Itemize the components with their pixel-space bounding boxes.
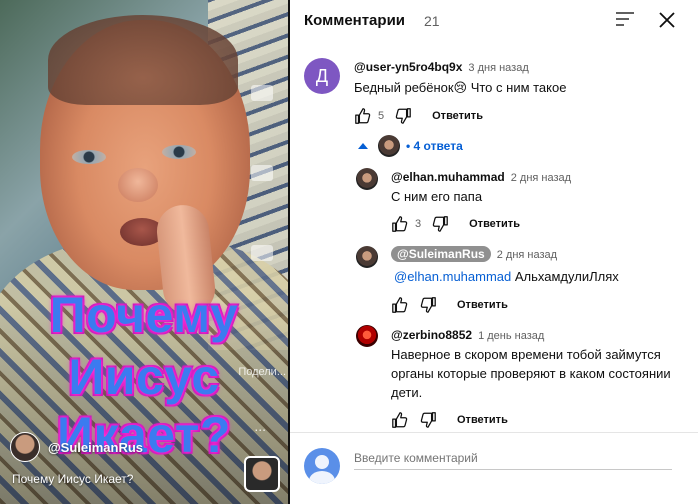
comment-input[interactable] [354,446,672,470]
reply-author-row: @SuleimanRus 2 дня назад [391,246,558,262]
reply-text-line-1: Наверное в скором времени тобой займутся [391,347,661,362]
avatar-letter: Д [315,65,329,86]
thumb-up-icon[interactable] [354,107,372,125]
channel-row[interactable]: @SuleimanRus [10,432,143,462]
mention-link[interactable]: @elhan.muhammad [394,269,511,284]
reply-author-chip[interactable]: @SuleimanRus [391,246,491,262]
reply-author[interactable]: @zerbino8852 [391,328,472,342]
user-avatar-icon [304,448,340,484]
comment-input-underline [354,469,672,470]
reply-button[interactable]: Ответить [469,218,520,230]
comments-header: Комментарии 21 [290,0,698,42]
audio-thumbnail[interactable] [244,456,280,492]
reply-text: С ним его папа [391,189,483,204]
video-side-actions [244,85,280,325]
reply-actions: 3 Ответить [391,214,520,234]
reply-actions: Ответить [391,295,508,315]
thumb-down-icon[interactable] [394,107,412,125]
reply-avatar[interactable] [356,168,378,190]
reply-text-line-2: органы которые проверяют в каком состоян… [391,366,671,381]
app-root: Почему Иисус Икает? Подели... ... @Sulei… [0,0,698,504]
sort-icon[interactable] [616,12,634,26]
close-icon[interactable] [658,11,676,29]
replies-toggle[interactable]: • 4 ответа [358,135,463,157]
comment-author-row: @user-yn5ro4bq9x 3 дня назад [354,60,529,74]
reply-button[interactable]: Ответить [432,110,483,122]
more-icon[interactable]: ... [254,418,266,434]
reply-time: 1 день назад [478,330,545,342]
reply-author-row: @zerbino8852 1 день назад [391,328,544,342]
reply-actions: Ответить [391,410,508,430]
thumb-down-icon[interactable] [419,411,437,429]
channel-avatar[interactable] [10,432,40,462]
comment-time: 3 дня назад [468,62,529,74]
comments-count: 21 [424,13,440,29]
reply-body: АльхамдулиЛлях [511,269,619,284]
thumb-down-icon[interactable] [419,296,437,314]
reply-time: 2 дня назад [496,249,558,261]
comments-title: Комментарии [304,12,406,29]
comment-text: Бедный ребёнок😢 Что с ним такое [354,80,567,95]
thumb-up-icon[interactable] [391,411,409,429]
compose-divider [290,432,698,433]
comment-author[interactable]: @user-yn5ro4bq9x [354,60,462,74]
reply-text-line-3: дети. [391,385,423,400]
replies-count: • 4 ответа [406,139,463,153]
comments-panel: Комментарии 21 Д @user-yn5ro4bq9x 3 дня н… [290,0,698,504]
like-count: 5 [378,110,385,122]
video-title: Почему Иисус Икает? [12,472,134,486]
thumb-up-icon[interactable] [391,215,409,233]
channel-name[interactable]: @SuleimanRus [48,440,143,455]
comment-actions: 5 Ответить [354,106,483,126]
reply-author-row: @elhan.muhammad 2 дня назад [391,170,571,184]
reply-avatar[interactable] [356,325,378,347]
reply-text: @elhan.muhammad АльхамдулиЛлях [394,268,619,286]
replier-avatar [378,135,400,157]
like-count: 3 [415,218,422,230]
reply-avatar[interactable] [356,246,378,268]
reply-button[interactable]: Ответить [457,299,508,311]
reply-button[interactable]: Ответить [457,414,508,426]
thumb-up-icon[interactable] [391,296,409,314]
reply-time: 2 дня назад [510,172,572,184]
video-player[interactable]: Почему Иисус Икает? Подели... ... @Sulei… [0,0,288,504]
dislike-icon[interactable] [251,165,273,181]
thumb-down-icon[interactable] [431,215,449,233]
comment-icon[interactable] [251,245,273,261]
share-label[interactable]: Подели... [238,366,286,378]
caret-up-icon [358,143,368,149]
reply-author[interactable]: @elhan.muhammad [391,170,505,184]
like-icon[interactable] [251,85,273,101]
comment-avatar[interactable]: Д [304,58,340,94]
